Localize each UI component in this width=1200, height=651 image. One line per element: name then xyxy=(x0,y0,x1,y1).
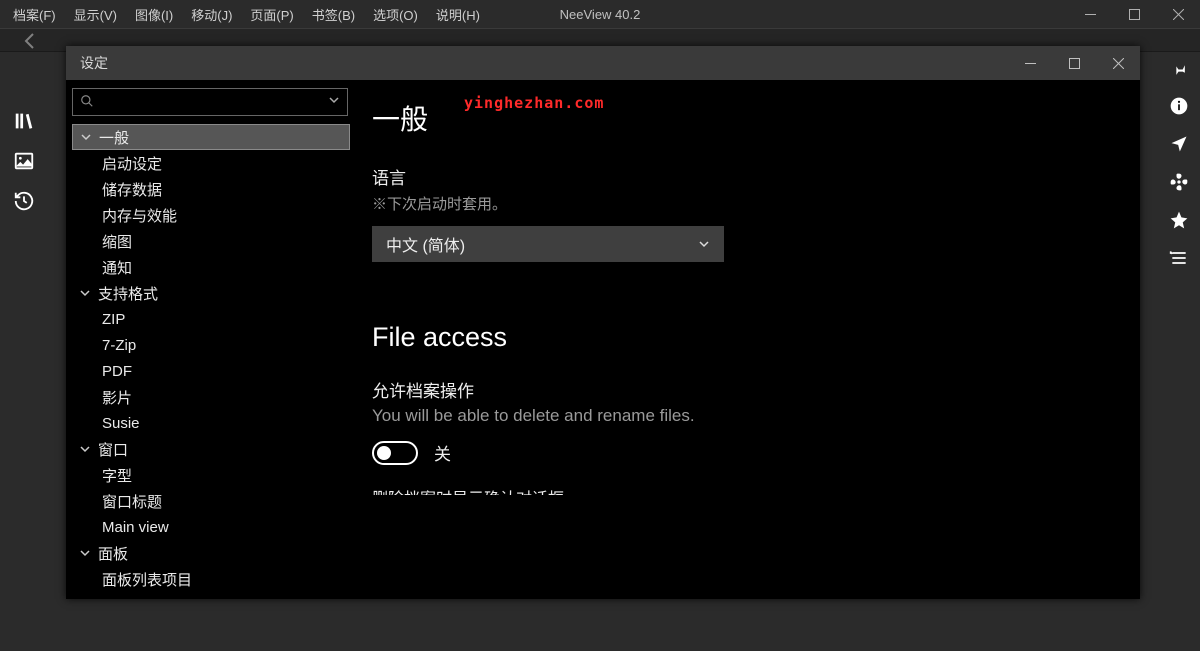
fileop-label: 允许档案操作 xyxy=(372,377,1114,402)
tree-item-label: 支持格式 xyxy=(98,283,158,304)
main-minimize-button[interactable] xyxy=(1068,0,1112,28)
right-icon-rail xyxy=(1158,54,1200,268)
star-icon[interactable] xyxy=(1169,210,1189,230)
dialog-maximize-button[interactable] xyxy=(1052,46,1096,80)
dialog-title: 设定 xyxy=(80,53,108,73)
tree-item[interactable]: 启动设定 xyxy=(72,150,350,176)
search-icon xyxy=(80,94,94,108)
tree-item[interactable]: 面板列表项目 xyxy=(72,566,350,592)
chevron-down-icon xyxy=(80,288,94,298)
menu-options[interactable]: 选项(O) xyxy=(364,1,427,28)
search-wrap xyxy=(72,88,348,116)
tree-item-label: 储存数据 xyxy=(102,179,162,200)
app-title: NeeView 40.2 xyxy=(560,7,641,22)
main-maximize-button[interactable] xyxy=(1112,0,1156,28)
menu-help[interactable]: 说明(H) xyxy=(427,1,489,28)
tree-item-label: 影片 xyxy=(102,387,132,408)
tree-item-label: Susie xyxy=(102,415,140,432)
tree-item[interactable]: 影片 xyxy=(72,384,350,410)
tree-item-label: 通知 xyxy=(102,257,132,278)
chevron-down-icon xyxy=(80,548,94,558)
tree-item[interactable]: 字型 xyxy=(72,462,350,488)
dialog-close-button[interactable] xyxy=(1096,46,1140,80)
language-value: 中文 (简体) xyxy=(386,232,465,256)
tree-item-label: 内存与效能 xyxy=(102,205,177,226)
settings-sidebar: 一般启动设定储存数据内存与效能缩图通知支持格式 ZIP 7-Zip PDF 影片 Susi… xyxy=(66,80,354,599)
main-close-button[interactable] xyxy=(1156,0,1200,28)
dialog-titlebar: 设定 xyxy=(66,46,1140,80)
fan-icon[interactable] xyxy=(1169,172,1189,192)
tree-item[interactable]: 一般 xyxy=(72,124,350,150)
main-window-controls xyxy=(1068,0,1200,28)
menu-move[interactable]: 移动(J) xyxy=(182,1,241,28)
tree-item-label: 窗口 xyxy=(98,439,128,460)
tree-item[interactable]: 支持格式 xyxy=(72,280,350,306)
books-icon[interactable] xyxy=(13,110,35,132)
dialog-minimize-button[interactable] xyxy=(1008,46,1052,80)
tree-item[interactable]: 储存数据 xyxy=(72,176,350,202)
tree-item-label: Main view xyxy=(102,519,169,536)
chevron-down-icon xyxy=(698,238,710,250)
navigate-icon[interactable] xyxy=(1169,134,1189,154)
tree-item-label: 面板列表项目 xyxy=(102,569,192,590)
search-input[interactable] xyxy=(72,88,348,116)
menu-bookmark[interactable]: 书签(B) xyxy=(303,1,364,28)
language-select[interactable]: 中文 (简体) xyxy=(372,226,724,262)
watermark-text: yinghezhan.com xyxy=(464,94,604,112)
fileop-toggle-state: 关 xyxy=(434,440,451,465)
fileop-description: You will be able to delete and rename fi… xyxy=(372,406,1114,426)
pin-icon[interactable] xyxy=(1170,60,1188,78)
tree-item-label: 一般 xyxy=(99,127,129,148)
chevron-down-icon xyxy=(80,444,94,454)
back-arrow-icon[interactable] xyxy=(20,31,40,51)
tree-item-label: 缩图 xyxy=(102,231,132,252)
tree-item[interactable]: 内存与效能 xyxy=(72,202,350,228)
tree-item[interactable]: 面板 xyxy=(72,540,350,566)
tree-item-label: ZIP xyxy=(102,311,125,328)
left-icon-rail xyxy=(0,110,48,212)
menu-image[interactable]: 图像(I) xyxy=(126,1,182,28)
language-hint: ※下次启动时套用。 xyxy=(372,193,1114,214)
language-label: 语言 xyxy=(372,164,1114,189)
tree-item-label: 字型 xyxy=(102,465,132,486)
tree-item-label: 面板 xyxy=(98,543,128,564)
tree-item-label: PDF xyxy=(102,363,132,380)
tree-item-label: 启动设定 xyxy=(102,153,162,174)
tree-item-label: 7-Zip xyxy=(102,337,136,354)
toggle-knob xyxy=(377,446,391,460)
section-heading-file-access: File access xyxy=(372,322,1114,353)
tree-item[interactable]: 窗口标题 xyxy=(72,488,350,514)
fileop-toggle[interactable] xyxy=(372,441,418,465)
menu-view[interactable]: 显示(V) xyxy=(65,1,126,28)
tree-item[interactable]: 缩图 xyxy=(72,228,350,254)
tree-item[interactable]: Susie xyxy=(72,410,350,436)
settings-dialog: 设定 一般启动设定储存数据内存与效能缩图通知支持格式 ZIP 7-Zip PDF 影片 S… xyxy=(66,46,1140,599)
menu-page[interactable]: 页面(P) xyxy=(241,1,302,28)
tree-item[interactable]: 窗口 xyxy=(72,436,350,462)
tree-item[interactable]: 7-Zip xyxy=(72,332,350,358)
history-icon[interactable] xyxy=(13,190,35,212)
delete-confirm-label: 删除档案时显示确认对话框 xyxy=(372,485,1114,495)
chevron-down-icon[interactable] xyxy=(328,94,340,106)
tree-item[interactable]: Main view xyxy=(72,514,350,540)
info-icon[interactable] xyxy=(1169,96,1189,116)
list-icon[interactable] xyxy=(1169,248,1189,268)
tree-item-label: 窗口标题 xyxy=(102,491,162,512)
menu-file[interactable]: 档案(F) xyxy=(4,1,65,28)
tree-item[interactable]: 通知 xyxy=(72,254,350,280)
main-menubar: 档案(F) 显示(V) 图像(I) 移动(J) 页面(P) 书签(B) 选项(O… xyxy=(0,0,1200,28)
image-icon[interactable] xyxy=(13,150,35,172)
settings-content: yinghezhan.com 一般 语言 ※下次启动时套用。 中文 (简体) F… xyxy=(354,80,1140,599)
fileop-toggle-row: 关 xyxy=(372,440,1114,465)
tree-item[interactable]: PDF xyxy=(72,358,350,384)
settings-tree: 一般启动设定储存数据内存与效能缩图通知支持格式 ZIP 7-Zip PDF 影片 Susi… xyxy=(72,124,354,599)
tree-item[interactable]: ZIP xyxy=(72,306,350,332)
chevron-down-icon xyxy=(81,132,95,142)
dialog-window-controls xyxy=(1008,46,1140,80)
